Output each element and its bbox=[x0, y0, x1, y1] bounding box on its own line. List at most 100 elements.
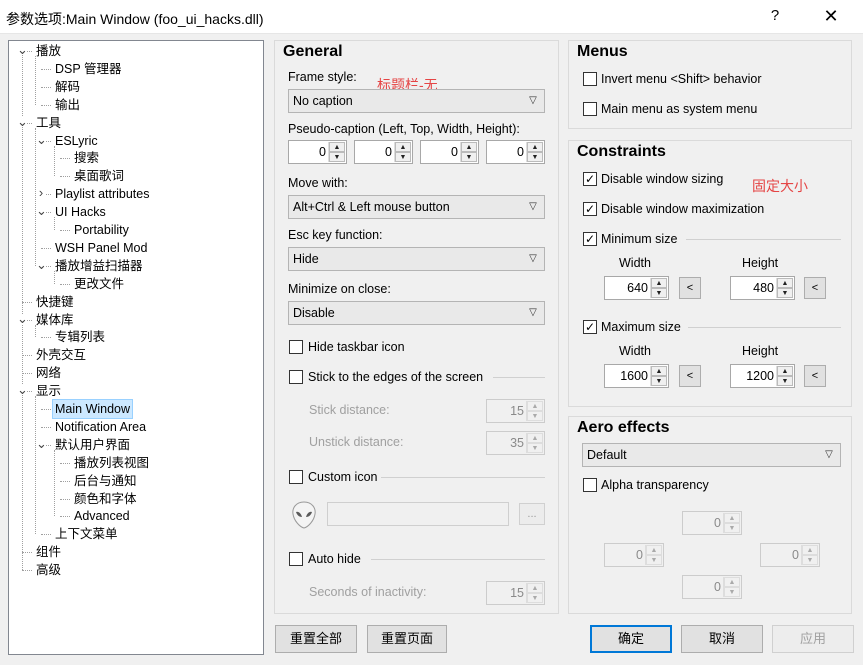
alpha-label[interactable]: Alpha transparency bbox=[601, 478, 709, 492]
up-arrow-icon[interactable]: ▲ bbox=[527, 433, 543, 443]
tree-item[interactable]: 搜索 bbox=[72, 149, 101, 167]
tree-item[interactable]: 更改文件 bbox=[72, 275, 126, 293]
auto-hide-label[interactable]: Auto hide bbox=[308, 552, 361, 566]
chevron-down-icon[interactable]: ⌄ bbox=[36, 133, 47, 146]
up-arrow-icon[interactable]: ▲ bbox=[329, 142, 345, 152]
margin-left-spinner[interactable]: 0 ▲ ▼ bbox=[604, 543, 664, 567]
down-arrow-icon[interactable]: ▼ bbox=[461, 152, 477, 162]
ok-button[interactable]: 确定 bbox=[590, 625, 672, 653]
down-arrow-icon[interactable]: ▼ bbox=[527, 152, 543, 162]
spin-arrows[interactable]: ▲ ▼ bbox=[394, 142, 411, 162]
down-arrow-icon[interactable]: ▼ bbox=[724, 523, 740, 533]
tree-item[interactable]: 快捷键 bbox=[34, 293, 76, 311]
tree-item[interactable]: 显示 bbox=[34, 382, 63, 400]
tree-item[interactable]: 上下文菜单 bbox=[53, 525, 120, 543]
tree-item[interactable]: 输出 bbox=[53, 96, 82, 114]
tree-item[interactable]: Notification Area bbox=[53, 418, 148, 436]
minimize-select[interactable]: Disable ▽ bbox=[288, 301, 545, 325]
up-arrow-icon[interactable]: ▲ bbox=[777, 366, 793, 376]
tree-item[interactable]: 高级 bbox=[34, 561, 63, 579]
tree-item[interactable]: Playlist attributes bbox=[53, 185, 151, 203]
down-arrow-icon[interactable]: ▼ bbox=[395, 152, 411, 162]
up-arrow-icon[interactable]: ▲ bbox=[651, 278, 667, 288]
spin-arrows[interactable]: ▲ ▼ bbox=[328, 142, 345, 162]
help-button[interactable]: ? bbox=[762, 2, 788, 30]
tree-item[interactable]: Advanced bbox=[72, 507, 132, 525]
chevron-down-icon[interactable]: ⌄ bbox=[17, 115, 28, 128]
up-arrow-icon[interactable]: ▲ bbox=[527, 142, 543, 152]
pick-max-height-button[interactable]: < bbox=[804, 365, 826, 387]
max-width-spinner[interactable]: 1600 ▲ ▼ bbox=[604, 364, 669, 388]
down-arrow-icon[interactable]: ▼ bbox=[802, 555, 818, 565]
spin-arrows[interactable]: ▲ ▼ bbox=[776, 366, 793, 386]
tree-item[interactable]: 解码 bbox=[53, 78, 82, 96]
down-arrow-icon[interactable]: ▼ bbox=[329, 152, 345, 162]
up-arrow-icon[interactable]: ▲ bbox=[777, 278, 793, 288]
preferences-tree[interactable]: ⌄ 播放 DSP 管理器 解码 输出 ⌄ 工具 ⌄ ESLyric 搜索 桌面歌词 › Playlist… bbox=[8, 40, 264, 655]
hide-taskbar-label[interactable]: Hide taskbar icon bbox=[308, 340, 405, 354]
cancel-button[interactable]: 取消 bbox=[681, 625, 763, 653]
pick-min-height-button[interactable]: < bbox=[804, 277, 826, 299]
hide-taskbar-checkbox[interactable] bbox=[289, 340, 303, 354]
pseudo-height-spinner[interactable]: 0 ▲ ▼ bbox=[486, 140, 545, 164]
tree-item[interactable]: 工具 bbox=[34, 114, 63, 132]
browse-icon-button[interactable]: ... bbox=[519, 503, 545, 525]
down-arrow-icon[interactable]: ▼ bbox=[646, 555, 662, 565]
pseudo-top-spinner[interactable]: 0 ▲ ▼ bbox=[354, 140, 413, 164]
spin-arrows[interactable]: ▲ ▼ bbox=[526, 401, 543, 421]
spin-arrows[interactable]: ▲ ▼ bbox=[650, 278, 667, 298]
spin-arrows[interactable]: ▲ ▼ bbox=[645, 545, 662, 565]
tree-item[interactable]: 专辑列表 bbox=[53, 328, 107, 346]
max-size-label[interactable]: Maximum size bbox=[601, 320, 681, 334]
spin-arrows[interactable]: ▲ ▼ bbox=[723, 577, 740, 597]
down-arrow-icon[interactable]: ▼ bbox=[777, 288, 793, 298]
aero-mode-select[interactable]: Default ▽ bbox=[582, 443, 841, 467]
stick-edges-checkbox[interactable] bbox=[289, 370, 303, 384]
pick-max-width-button[interactable]: < bbox=[679, 365, 701, 387]
tree-item[interactable]: 播放列表视图 bbox=[72, 454, 151, 472]
up-arrow-icon[interactable]: ▲ bbox=[527, 401, 543, 411]
spin-arrows[interactable]: ▲ ▼ bbox=[526, 433, 543, 453]
tree-item[interactable]: 播放 bbox=[34, 42, 63, 60]
chevron-down-icon[interactable]: ⌄ bbox=[17, 43, 28, 56]
tree-item[interactable]: 组件 bbox=[34, 543, 63, 561]
down-arrow-icon[interactable]: ▼ bbox=[651, 288, 667, 298]
system-menu-label[interactable]: Main menu as system menu bbox=[601, 102, 757, 116]
invert-menu-label[interactable]: Invert menu <Shift> behavior bbox=[601, 72, 762, 86]
tree-item[interactable]: 默认用户界面 bbox=[53, 436, 132, 454]
tree-item[interactable]: 外壳交互 bbox=[34, 346, 88, 364]
chevron-down-icon[interactable]: ⌄ bbox=[36, 204, 47, 217]
margin-top-spinner[interactable]: 0 ▲ ▼ bbox=[682, 511, 742, 535]
unstick-distance-spinner[interactable]: 35 ▲ ▼ bbox=[486, 431, 545, 455]
stick-edges-label[interactable]: Stick to the edges of the screen bbox=[308, 370, 483, 384]
tree-item[interactable]: 桌面歌词 bbox=[72, 167, 126, 185]
close-button[interactable]: ✕ bbox=[818, 2, 844, 30]
tree-item[interactable]: 颜色和字体 bbox=[72, 490, 139, 508]
down-arrow-icon[interactable]: ▼ bbox=[527, 443, 543, 453]
tree-item[interactable]: Portability bbox=[72, 221, 131, 239]
tree-item[interactable]: ESLyric bbox=[53, 132, 100, 150]
move-with-select[interactable]: Alt+Ctrl & Left mouse button ▽ bbox=[288, 195, 545, 219]
spin-arrows[interactable]: ▲ ▼ bbox=[526, 142, 543, 162]
min-width-spinner[interactable]: 640 ▲ ▼ bbox=[604, 276, 669, 300]
up-arrow-icon[interactable]: ▲ bbox=[646, 545, 662, 555]
max-size-checkbox[interactable]: ✓ bbox=[583, 320, 597, 334]
chevron-down-icon[interactable]: ⌄ bbox=[36, 258, 47, 271]
max-height-spinner[interactable]: 1200 ▲ ▼ bbox=[730, 364, 795, 388]
chevron-right-icon[interactable]: › bbox=[36, 186, 46, 199]
down-arrow-icon[interactable]: ▼ bbox=[777, 376, 793, 386]
tree-item[interactable]: 播放增益扫描器 bbox=[53, 257, 145, 275]
min-size-label[interactable]: Minimum size bbox=[601, 232, 677, 246]
invert-menu-checkbox[interactable] bbox=[583, 72, 597, 86]
spin-arrows[interactable]: ▲ ▼ bbox=[776, 278, 793, 298]
min-height-spinner[interactable]: 480 ▲ ▼ bbox=[730, 276, 795, 300]
up-arrow-icon[interactable]: ▲ bbox=[651, 366, 667, 376]
down-arrow-icon[interactable]: ▼ bbox=[527, 593, 543, 603]
apply-button[interactable]: 应用 bbox=[772, 625, 854, 653]
reset-all-button[interactable]: 重置全部 bbox=[275, 625, 357, 653]
disable-max-label[interactable]: Disable window maximization bbox=[601, 202, 764, 216]
pick-min-width-button[interactable]: < bbox=[679, 277, 701, 299]
spin-arrows[interactable]: ▲ ▼ bbox=[723, 513, 740, 533]
up-arrow-icon[interactable]: ▲ bbox=[724, 577, 740, 587]
tree-item[interactable]: Main Window bbox=[51, 399, 134, 419]
